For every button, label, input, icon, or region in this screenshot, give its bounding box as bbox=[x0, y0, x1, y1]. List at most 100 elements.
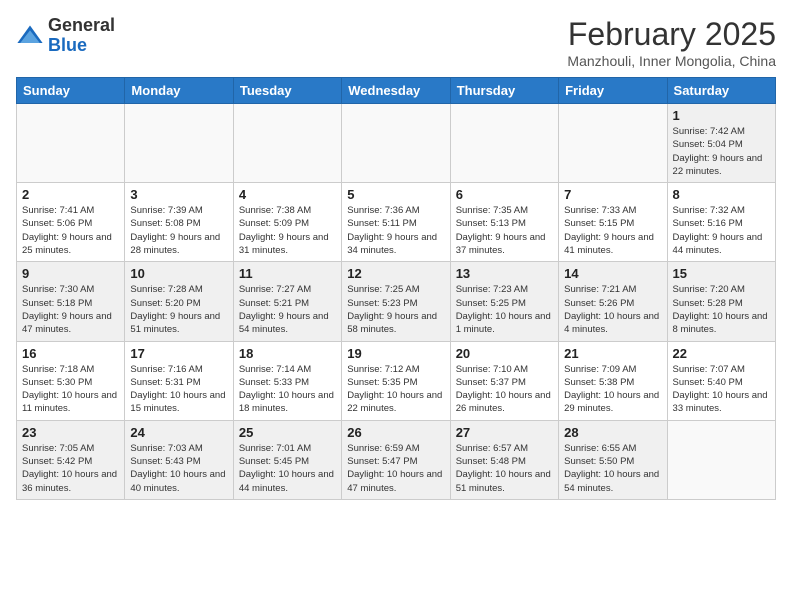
calendar-week-2: 2Sunrise: 7:41 AM Sunset: 5:06 PM Daylig… bbox=[17, 183, 776, 262]
day-number: 11 bbox=[239, 266, 336, 281]
calendar-cell: 7 Sunrise: 7:33 AM Sunset: 5:15 PM Daylig… bbox=[559, 183, 667, 262]
day-info: Sunrise: 7:05 AM Sunset: 5:42 PM Dayligh… bbox=[22, 442, 119, 495]
calendar-cell: 28Sunrise: 6:55 AM Sunset: 5:50 PM Dayli… bbox=[559, 420, 667, 499]
day-number: 6 bbox=[456, 187, 553, 202]
calendar-cell: 6 Sunrise: 7:35 AM Sunset: 5:13 PM Daylig… bbox=[450, 183, 558, 262]
calendar-cell: 13 Sunrise: 7:23 AM Sunset: 5:25 PM Dayli… bbox=[450, 262, 558, 341]
weekday-header-monday: Monday bbox=[125, 78, 233, 104]
calendar-cell: 11 Sunrise: 7:27 AM Sunset: 5:21 PM Dayli… bbox=[233, 262, 341, 341]
day-number: 2 bbox=[22, 187, 119, 202]
logo: General Blue bbox=[16, 16, 115, 56]
calendar-week-5: 23 Sunrise: 7:05 AM Sunset: 5:42 PM Dayli… bbox=[17, 420, 776, 499]
calendar-cell: 19Sunrise: 7:12 AM Sunset: 5:35 PM Dayli… bbox=[342, 341, 450, 420]
day-number: 25 bbox=[239, 425, 336, 440]
day-info: Sunrise: 7:07 AM Sunset: 5:40 PM Dayligh… bbox=[673, 363, 770, 416]
calendar-cell bbox=[342, 104, 450, 183]
day-number: 7 bbox=[564, 187, 661, 202]
logo-icon bbox=[16, 22, 44, 50]
calendar-cell: 21Sunrise: 7:09 AM Sunset: 5:38 PM Dayli… bbox=[559, 341, 667, 420]
calendar: SundayMondayTuesdayWednesdayThursdayFrid… bbox=[16, 77, 776, 500]
day-info: Sunrise: 7:39 AM Sunset: 5:08 PM Dayligh… bbox=[130, 204, 227, 257]
calendar-cell: 1 Sunrise: 7:42 AM Sunset: 5:04 PM Daylig… bbox=[667, 104, 775, 183]
day-info: Sunrise: 7:21 AM Sunset: 5:26 PM Dayligh… bbox=[564, 283, 661, 336]
header-row: SundayMondayTuesdayWednesdayThursdayFrid… bbox=[17, 78, 776, 104]
title-area: February 2025 Manzhouli, Inner Mongolia,… bbox=[567, 16, 776, 69]
day-info: Sunrise: 6:57 AM Sunset: 5:48 PM Dayligh… bbox=[456, 442, 553, 495]
calendar-cell: 8 Sunrise: 7:32 AM Sunset: 5:16 PM Daylig… bbox=[667, 183, 775, 262]
calendar-week-3: 9 Sunrise: 7:30 AM Sunset: 5:18 PM Daylig… bbox=[17, 262, 776, 341]
calendar-cell bbox=[17, 104, 125, 183]
month-title: February 2025 bbox=[567, 16, 776, 53]
day-number: 9 bbox=[22, 266, 119, 281]
weekday-header-tuesday: Tuesday bbox=[233, 78, 341, 104]
calendar-cell: 23 Sunrise: 7:05 AM Sunset: 5:42 PM Dayli… bbox=[17, 420, 125, 499]
calendar-cell: 17 Sunrise: 7:16 AM Sunset: 5:31 PM Dayli… bbox=[125, 341, 233, 420]
day-info: Sunrise: 7:35 AM Sunset: 5:13 PM Dayligh… bbox=[456, 204, 553, 257]
weekday-header-wednesday: Wednesday bbox=[342, 78, 450, 104]
day-info: Sunrise: 7:28 AM Sunset: 5:20 PM Dayligh… bbox=[130, 283, 227, 336]
calendar-cell: 5 Sunrise: 7:36 AM Sunset: 5:11 PM Daylig… bbox=[342, 183, 450, 262]
day-number: 10 bbox=[130, 266, 227, 281]
day-info: Sunrise: 6:59 AM Sunset: 5:47 PM Dayligh… bbox=[347, 442, 444, 495]
calendar-cell bbox=[450, 104, 558, 183]
day-info: Sunrise: 7:23 AM Sunset: 5:25 PM Dayligh… bbox=[456, 283, 553, 336]
day-info: Sunrise: 7:03 AM Sunset: 5:43 PM Dayligh… bbox=[130, 442, 227, 495]
calendar-cell: 3 Sunrise: 7:39 AM Sunset: 5:08 PM Daylig… bbox=[125, 183, 233, 262]
calendar-cell: 27 Sunrise: 6:57 AM Sunset: 5:48 PM Dayli… bbox=[450, 420, 558, 499]
day-info: Sunrise: 7:01 AM Sunset: 5:45 PM Dayligh… bbox=[239, 442, 336, 495]
day-info: Sunrise: 7:38 AM Sunset: 5:09 PM Dayligh… bbox=[239, 204, 336, 257]
day-number: 24 bbox=[130, 425, 227, 440]
day-number: 28 bbox=[564, 425, 661, 440]
day-number: 26 bbox=[347, 425, 444, 440]
calendar-week-1: 1 Sunrise: 7:42 AM Sunset: 5:04 PM Daylig… bbox=[17, 104, 776, 183]
day-info: Sunrise: 7:42 AM Sunset: 5:04 PM Dayligh… bbox=[673, 125, 770, 178]
day-number: 21 bbox=[564, 346, 661, 361]
day-info: Sunrise: 7:10 AM Sunset: 5:37 PM Dayligh… bbox=[456, 363, 553, 416]
weekday-header-friday: Friday bbox=[559, 78, 667, 104]
day-info: Sunrise: 7:33 AM Sunset: 5:15 PM Dayligh… bbox=[564, 204, 661, 257]
calendar-cell: 25 Sunrise: 7:01 AM Sunset: 5:45 PM Dayli… bbox=[233, 420, 341, 499]
calendar-cell: 2Sunrise: 7:41 AM Sunset: 5:06 PM Daylig… bbox=[17, 183, 125, 262]
weekday-header-thursday: Thursday bbox=[450, 78, 558, 104]
day-number: 1 bbox=[673, 108, 770, 123]
day-number: 8 bbox=[673, 187, 770, 202]
day-number: 3 bbox=[130, 187, 227, 202]
day-info: Sunrise: 7:25 AM Sunset: 5:23 PM Dayligh… bbox=[347, 283, 444, 336]
day-number: 23 bbox=[22, 425, 119, 440]
day-info: Sunrise: 7:32 AM Sunset: 5:16 PM Dayligh… bbox=[673, 204, 770, 257]
calendar-cell: 4 Sunrise: 7:38 AM Sunset: 5:09 PM Daylig… bbox=[233, 183, 341, 262]
calendar-cell: 15Sunrise: 7:20 AM Sunset: 5:28 PM Dayli… bbox=[667, 262, 775, 341]
day-info: Sunrise: 7:36 AM Sunset: 5:11 PM Dayligh… bbox=[347, 204, 444, 257]
day-number: 17 bbox=[130, 346, 227, 361]
day-info: Sunrise: 7:27 AM Sunset: 5:21 PM Dayligh… bbox=[239, 283, 336, 336]
calendar-week-4: 16Sunrise: 7:18 AM Sunset: 5:30 PM Dayli… bbox=[17, 341, 776, 420]
logo-general-text: General bbox=[48, 16, 115, 36]
page-header: General Blue February 2025 Manzhouli, In… bbox=[16, 16, 776, 69]
day-number: 20 bbox=[456, 346, 553, 361]
day-number: 22 bbox=[673, 346, 770, 361]
day-number: 13 bbox=[456, 266, 553, 281]
calendar-cell: 14 Sunrise: 7:21 AM Sunset: 5:26 PM Dayli… bbox=[559, 262, 667, 341]
calendar-cell: 9 Sunrise: 7:30 AM Sunset: 5:18 PM Daylig… bbox=[17, 262, 125, 341]
day-number: 14 bbox=[564, 266, 661, 281]
day-number: 27 bbox=[456, 425, 553, 440]
calendar-cell: 20 Sunrise: 7:10 AM Sunset: 5:37 PM Dayli… bbox=[450, 341, 558, 420]
location: Manzhouli, Inner Mongolia, China bbox=[567, 53, 776, 69]
day-number: 18 bbox=[239, 346, 336, 361]
logo-text: General Blue bbox=[48, 16, 115, 56]
weekday-header-sunday: Sunday bbox=[17, 78, 125, 104]
calendar-cell bbox=[667, 420, 775, 499]
calendar-cell bbox=[559, 104, 667, 183]
day-info: Sunrise: 7:16 AM Sunset: 5:31 PM Dayligh… bbox=[130, 363, 227, 416]
calendar-cell bbox=[125, 104, 233, 183]
calendar-cell: 24 Sunrise: 7:03 AM Sunset: 5:43 PM Dayli… bbox=[125, 420, 233, 499]
calendar-body: 1 Sunrise: 7:42 AM Sunset: 5:04 PM Daylig… bbox=[17, 104, 776, 500]
day-info: Sunrise: 7:30 AM Sunset: 5:18 PM Dayligh… bbox=[22, 283, 119, 336]
day-number: 12 bbox=[347, 266, 444, 281]
day-number: 4 bbox=[239, 187, 336, 202]
calendar-cell: 26 Sunrise: 6:59 AM Sunset: 5:47 PM Dayli… bbox=[342, 420, 450, 499]
day-number: 19 bbox=[347, 346, 444, 361]
weekday-header-saturday: Saturday bbox=[667, 78, 775, 104]
calendar-cell: 18Sunrise: 7:14 AM Sunset: 5:33 PM Dayli… bbox=[233, 341, 341, 420]
day-number: 5 bbox=[347, 187, 444, 202]
